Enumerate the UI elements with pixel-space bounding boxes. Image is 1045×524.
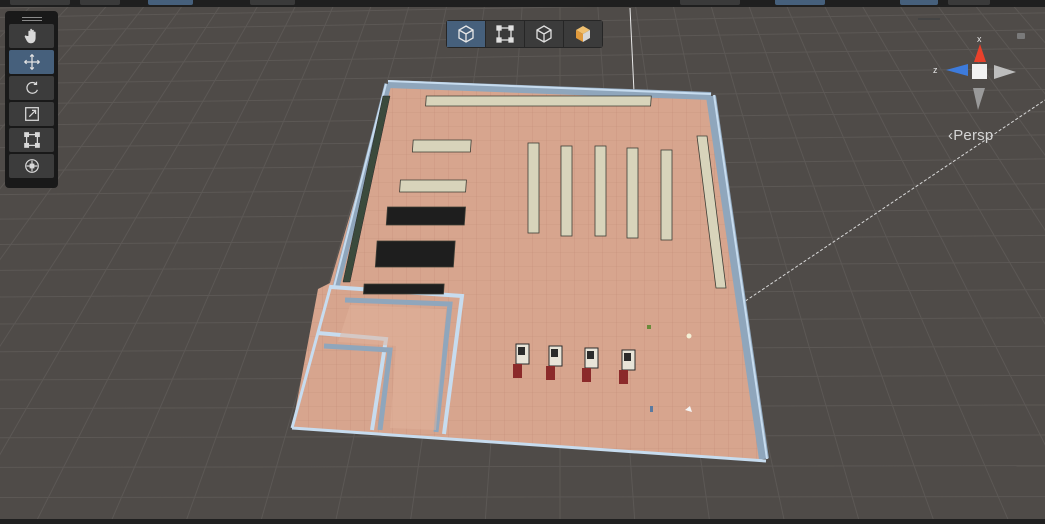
- checkout-register: [619, 370, 628, 384]
- view-mode-button-1[interactable]: [447, 21, 485, 47]
- building-floor: [292, 86, 762, 460]
- rotate-tool-button[interactable]: [9, 76, 54, 100]
- transform-icon: [24, 159, 39, 173]
- checkout-screen: [518, 347, 525, 355]
- view-mode-button-4[interactable]: [564, 21, 602, 47]
- move-tool-button[interactable]: [9, 50, 54, 74]
- gizmo-neg-x-cone[interactable]: [994, 65, 1016, 79]
- grid-line: [0, 496, 1045, 498]
- gizmo-z-cone[interactable]: [946, 64, 968, 76]
- shelf-unit-horizontal: [385, 206, 466, 226]
- shelf-unit-horizontal: [411, 139, 472, 153]
- shelf-unit-vertical: [560, 145, 573, 237]
- shelf-unit-vertical: [527, 142, 540, 234]
- shelf-unit-vertical: [660, 149, 673, 241]
- shelf-unit-vertical: [626, 147, 639, 239]
- palette-grip-icon[interactable]: [9, 14, 54, 24]
- gizmo-center-cube[interactable]: [972, 64, 987, 79]
- shelf-unit-horizontal: [399, 179, 467, 193]
- rect-tool-button[interactable]: [9, 128, 54, 152]
- cube-wire-icon: [458, 25, 474, 43]
- view-mode-toolbar: [446, 20, 603, 48]
- gizmo-z-label: z: [933, 65, 938, 75]
- checkout-screen: [551, 349, 558, 357]
- building-floor-plan[interactable]: [290, 80, 769, 463]
- move-icon: [23, 53, 40, 71]
- view-mode-button-3[interactable]: [525, 21, 563, 47]
- y-axis-line: [629, 7, 635, 93]
- tool-palette: [5, 11, 58, 188]
- grid-line: [0, 465, 1045, 468]
- checkout-register: [582, 368, 591, 382]
- shelf-unit-horizontal: [425, 95, 652, 107]
- projection-text: Persp: [953, 127, 994, 144]
- checkout-screen: [624, 353, 631, 361]
- checkout-screen: [587, 351, 594, 359]
- scene-view[interactable]: x z ‹Persp: [0, 0, 1045, 524]
- light-marker[interactable]: [686, 333, 692, 339]
- shelf-unit-horizontal: [363, 283, 445, 295]
- hand-icon: [24, 28, 36, 44]
- editor-top-strip: [0, 0, 1045, 7]
- rotate-icon: [25, 81, 38, 94]
- checkout-register: [546, 366, 555, 380]
- rect-transform-icon: [23, 132, 40, 148]
- editor-bottom-strip: [0, 519, 1045, 524]
- rect-icon: [496, 25, 514, 43]
- gizmo-menu-icon[interactable]: [918, 18, 940, 20]
- prop-marker[interactable]: [647, 325, 651, 329]
- cube-shaded-icon: [576, 26, 590, 42]
- checkout-register: [513, 364, 522, 378]
- prop-marker-2[interactable]: [650, 406, 653, 412]
- gizmo-x-label: x: [977, 34, 982, 44]
- gizmo-x-cone[interactable]: [974, 44, 986, 62]
- transform-tool-button[interactable]: [9, 154, 54, 178]
- cube-outline-icon: [536, 25, 552, 43]
- grid-line: [0, 67, 1045, 85]
- view-mode-button-2[interactable]: [486, 21, 524, 47]
- gizmo-neg-y-cone[interactable]: [973, 88, 985, 110]
- scale-tool-button[interactable]: [9, 102, 54, 126]
- scene-canvas[interactable]: [0, 0, 1045, 524]
- grid-line: [0, 47, 1045, 66]
- shelf-unit-vertical: [594, 145, 607, 237]
- scale-icon: [24, 107, 39, 121]
- shelf-unit-horizontal: [374, 240, 456, 268]
- projection-label[interactable]: ‹Persp: [948, 127, 993, 144]
- hand-tool-button[interactable]: [9, 24, 54, 48]
